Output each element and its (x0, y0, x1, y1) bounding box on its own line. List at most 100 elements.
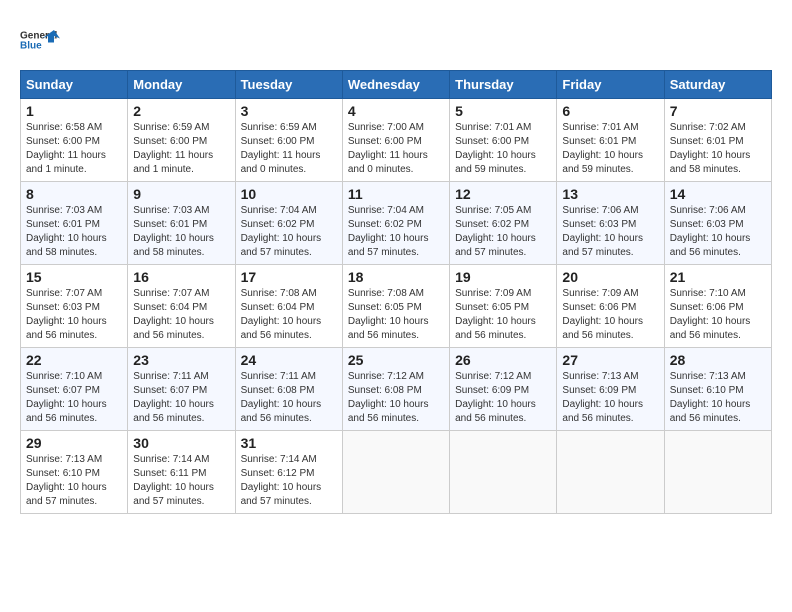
day-info: Sunrise: 7:01 AM Sunset: 6:01 PM Dayligh… (562, 121, 658, 177)
day-number: 17 (241, 269, 337, 285)
calendar-cell: 7 Sunrise: 7:02 AM Sunset: 6:01 PM Daylig… (664, 99, 771, 182)
day-number: 27 (562, 352, 658, 368)
weekday-header-tuesday: Tuesday (235, 71, 342, 99)
calendar-cell: 1Sunrise: 6:58 AM Sunset: 6:00 PM Daylig… (21, 99, 128, 182)
day-info: Sunrise: 7:11 AM Sunset: 6:07 PM Dayligh… (133, 370, 229, 426)
day-info: Sunrise: 7:13 AM Sunset: 6:10 PM Dayligh… (670, 370, 766, 426)
calendar-cell: 17 Sunrise: 7:08 AM Sunset: 6:04 PM Dayli… (235, 265, 342, 348)
calendar-cell: 3 Sunrise: 6:59 AM Sunset: 6:00 PM Daylig… (235, 99, 342, 182)
calendar-cell: 31Sunrise: 7:14 AM Sunset: 6:12 PM Dayli… (235, 431, 342, 514)
logo-mark: General Blue (20, 20, 60, 60)
weekday-header-friday: Friday (557, 71, 664, 99)
calendar-cell: 11 Sunrise: 7:04 AM Sunset: 6:02 PM Dayli… (342, 182, 449, 265)
day-number: 13 (562, 186, 658, 202)
day-info: Sunrise: 7:04 AM Sunset: 6:02 PM Dayligh… (348, 204, 444, 260)
calendar-cell: 4 Sunrise: 7:00 AM Sunset: 6:00 PM Daylig… (342, 99, 449, 182)
day-info: Sunrise: 7:13 AM Sunset: 6:09 PM Dayligh… (562, 370, 658, 426)
weekday-header-saturday: Saturday (664, 71, 771, 99)
day-number: 30 (133, 435, 229, 451)
day-info: Sunrise: 7:14 AM Sunset: 6:11 PM Dayligh… (133, 453, 229, 509)
week-row-2: 8Sunrise: 7:03 AM Sunset: 6:01 PM Daylig… (21, 182, 772, 265)
day-number: 7 (670, 103, 766, 119)
calendar-cell: 14 Sunrise: 7:06 AM Sunset: 6:03 PM Dayli… (664, 182, 771, 265)
calendar-cell: 30 Sunrise: 7:14 AM Sunset: 6:11 PM Dayli… (128, 431, 235, 514)
day-info: Sunrise: 7:07 AM Sunset: 6:03 PM Dayligh… (26, 287, 122, 343)
calendar-cell: 21 Sunrise: 7:10 AM Sunset: 6:06 PM Dayli… (664, 265, 771, 348)
day-number: 22 (26, 352, 122, 368)
day-number: 11 (348, 186, 444, 202)
day-number: 2 (133, 103, 229, 119)
weekday-header-monday: Monday (128, 71, 235, 99)
calendar-cell: 23Sunrise: 7:11 AM Sunset: 6:07 PM Dayli… (128, 348, 235, 431)
day-info: Sunrise: 7:10 AM Sunset: 6:07 PM Dayligh… (26, 370, 122, 426)
weekday-header-wednesday: Wednesday (342, 71, 449, 99)
calendar-cell: 9Sunrise: 7:03 AM Sunset: 6:01 PM Daylig… (128, 182, 235, 265)
day-info: Sunrise: 7:05 AM Sunset: 6:02 PM Dayligh… (455, 204, 551, 260)
week-row-3: 15 Sunrise: 7:07 AM Sunset: 6:03 PM Dayli… (21, 265, 772, 348)
day-info: Sunrise: 7:02 AM Sunset: 6:01 PM Dayligh… (670, 121, 766, 177)
day-info: Sunrise: 7:12 AM Sunset: 6:08 PM Dayligh… (348, 370, 444, 426)
day-number: 10 (241, 186, 337, 202)
day-number: 4 (348, 103, 444, 119)
day-number: 16 (133, 269, 229, 285)
calendar-cell: 8Sunrise: 7:03 AM Sunset: 6:01 PM Daylig… (21, 182, 128, 265)
day-number: 18 (348, 269, 444, 285)
day-info: Sunrise: 7:10 AM Sunset: 6:06 PM Dayligh… (670, 287, 766, 343)
page-header: General Blue (20, 20, 772, 60)
day-number: 14 (670, 186, 766, 202)
day-info: Sunrise: 7:07 AM Sunset: 6:04 PM Dayligh… (133, 287, 229, 343)
calendar-cell: 20 Sunrise: 7:09 AM Sunset: 6:06 PM Dayli… (557, 265, 664, 348)
calendar-cell: 24 Sunrise: 7:11 AM Sunset: 6:08 PM Dayli… (235, 348, 342, 431)
day-number: 19 (455, 269, 551, 285)
calendar-cell (664, 431, 771, 514)
day-info: Sunrise: 7:00 AM Sunset: 6:00 PM Dayligh… (348, 121, 444, 177)
calendar-cell: 19 Sunrise: 7:09 AM Sunset: 6:05 PM Dayli… (450, 265, 557, 348)
weekday-header-sunday: Sunday (21, 71, 128, 99)
week-row-4: 22 Sunrise: 7:10 AM Sunset: 6:07 PM Dayli… (21, 348, 772, 431)
day-info: Sunrise: 7:09 AM Sunset: 6:05 PM Dayligh… (455, 287, 551, 343)
logo: General Blue (20, 20, 60, 60)
day-info: Sunrise: 7:06 AM Sunset: 6:03 PM Dayligh… (670, 204, 766, 260)
weekday-header-thursday: Thursday (450, 71, 557, 99)
day-number: 3 (241, 103, 337, 119)
day-number: 20 (562, 269, 658, 285)
day-info: Sunrise: 7:01 AM Sunset: 6:00 PM Dayligh… (455, 121, 551, 177)
day-number: 15 (26, 269, 122, 285)
calendar-cell (450, 431, 557, 514)
week-row-5: 29 Sunrise: 7:13 AM Sunset: 6:10 PM Dayli… (21, 431, 772, 514)
day-info: Sunrise: 7:11 AM Sunset: 6:08 PM Dayligh… (241, 370, 337, 426)
day-info: Sunrise: 6:59 AM Sunset: 6:00 PM Dayligh… (241, 121, 337, 177)
calendar-cell: 15 Sunrise: 7:07 AM Sunset: 6:03 PM Dayli… (21, 265, 128, 348)
day-info: Sunrise: 7:09 AM Sunset: 6:06 PM Dayligh… (562, 287, 658, 343)
logo-icon: General Blue (20, 20, 60, 60)
calendar-cell: 25 Sunrise: 7:12 AM Sunset: 6:08 PM Dayli… (342, 348, 449, 431)
day-info: Sunrise: 7:04 AM Sunset: 6:02 PM Dayligh… (241, 204, 337, 260)
day-number: 25 (348, 352, 444, 368)
day-number: 21 (670, 269, 766, 285)
day-number: 9 (133, 186, 229, 202)
day-number: 26 (455, 352, 551, 368)
week-row-1: 1Sunrise: 6:58 AM Sunset: 6:00 PM Daylig… (21, 99, 772, 182)
svg-text:Blue: Blue (20, 41, 42, 52)
calendar-cell: 5Sunrise: 7:01 AM Sunset: 6:00 PM Daylig… (450, 99, 557, 182)
day-info: Sunrise: 7:13 AM Sunset: 6:10 PM Dayligh… (26, 453, 122, 509)
calendar-cell: 18 Sunrise: 7:08 AM Sunset: 6:05 PM Dayli… (342, 265, 449, 348)
day-info: Sunrise: 7:08 AM Sunset: 6:04 PM Dayligh… (241, 287, 337, 343)
day-number: 24 (241, 352, 337, 368)
day-number: 29 (26, 435, 122, 451)
calendar-table: SundayMondayTuesdayWednesdayThursdayFrid… (20, 70, 772, 514)
day-info: Sunrise: 7:08 AM Sunset: 6:05 PM Dayligh… (348, 287, 444, 343)
calendar-cell: 10 Sunrise: 7:04 AM Sunset: 6:02 PM Dayli… (235, 182, 342, 265)
day-info: Sunrise: 7:12 AM Sunset: 6:09 PM Dayligh… (455, 370, 551, 426)
calendar-cell: 26 Sunrise: 7:12 AM Sunset: 6:09 PM Dayli… (450, 348, 557, 431)
day-number: 8 (26, 186, 122, 202)
calendar-cell: 28Sunrise: 7:13 AM Sunset: 6:10 PM Dayli… (664, 348, 771, 431)
calendar-cell: 27 Sunrise: 7:13 AM Sunset: 6:09 PM Dayli… (557, 348, 664, 431)
calendar-cell: 6Sunrise: 7:01 AM Sunset: 6:01 PM Daylig… (557, 99, 664, 182)
calendar-cell: 2 Sunrise: 6:59 AM Sunset: 6:00 PM Daylig… (128, 99, 235, 182)
calendar-cell: 12Sunrise: 7:05 AM Sunset: 6:02 PM Dayli… (450, 182, 557, 265)
day-info: Sunrise: 6:59 AM Sunset: 6:00 PM Dayligh… (133, 121, 229, 177)
weekday-header-row: SundayMondayTuesdayWednesdayThursdayFrid… (21, 71, 772, 99)
calendar-cell (557, 431, 664, 514)
calendar-cell: 13Sunrise: 7:06 AM Sunset: 6:03 PM Dayli… (557, 182, 664, 265)
